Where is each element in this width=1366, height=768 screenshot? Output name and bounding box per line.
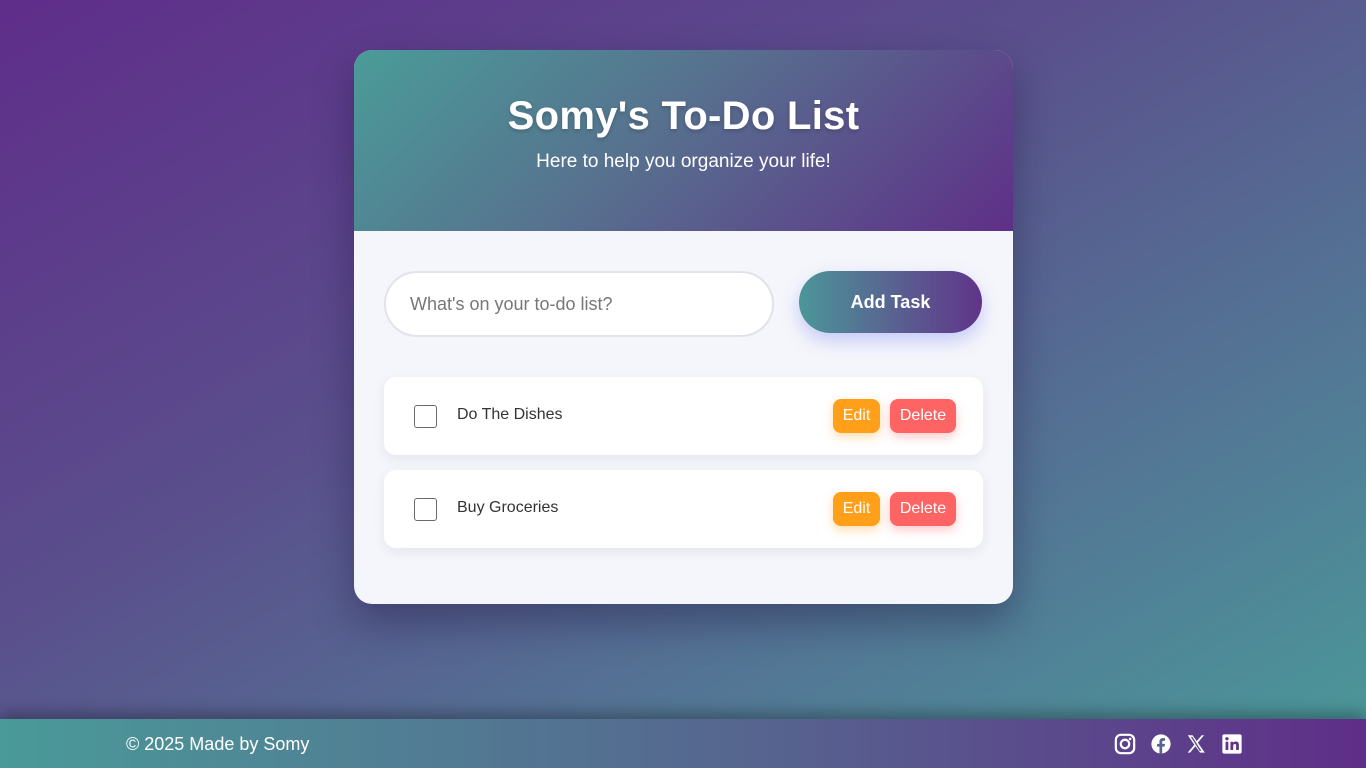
delete-button[interactable]: Delete (890, 492, 956, 526)
edit-button[interactable]: Edit (833, 492, 880, 526)
task-item: Do The Dishes Edit Delete (384, 377, 983, 455)
task-list: Do The Dishes Edit Delete Buy Groceries … (384, 377, 983, 563)
add-task-row: Add Task (384, 271, 982, 337)
facebook-icon[interactable] (1150, 733, 1172, 755)
task-item: Buy Groceries Edit Delete (384, 470, 983, 548)
card-header: Somy's To-Do List Here to help you organ… (354, 50, 1013, 231)
x-icon[interactable] (1185, 733, 1207, 755)
linkedin-icon[interactable] (1221, 733, 1243, 755)
copyright-text: © 2025 Made by Somy (126, 734, 310, 754)
instagram-icon[interactable] (1114, 733, 1136, 755)
task-label: Do The Dishes (457, 406, 563, 423)
task-checkbox[interactable] (414, 405, 437, 428)
todo-card: Somy's To-Do List Here to help you organ… (354, 50, 1013, 604)
task-input[interactable] (384, 271, 774, 337)
task-checkbox[interactable] (414, 498, 437, 521)
task-label: Buy Groceries (457, 499, 559, 516)
add-task-button[interactable]: Add Task (799, 271, 982, 333)
page-subtitle: Here to help you organize your life! (536, 151, 831, 172)
edit-button[interactable]: Edit (833, 399, 880, 433)
delete-button[interactable]: Delete (890, 399, 956, 433)
page-title: Somy's To-Do List (507, 94, 860, 138)
